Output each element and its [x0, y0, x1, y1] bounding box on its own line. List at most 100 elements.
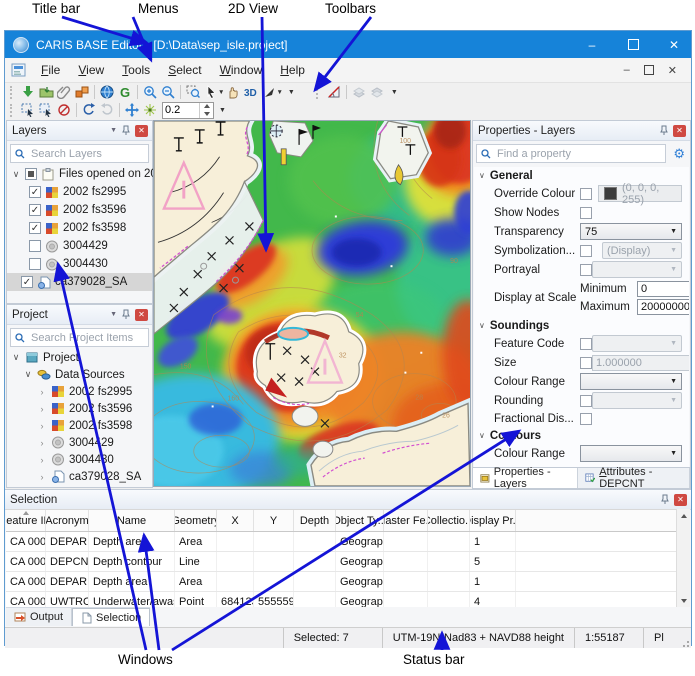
snap-tolerance-input[interactable] [163, 103, 199, 118]
expander-collapsed-icon[interactable]: › [37, 472, 47, 482]
move-feature-icon[interactable] [123, 102, 141, 118]
column-header-acronym[interactable]: Acronym [46, 510, 89, 531]
checkbox-unchecked[interactable] [29, 258, 41, 270]
cell[interactable] [384, 592, 428, 607]
cell[interactable] [217, 532, 254, 551]
cell[interactable]: 1 [470, 572, 516, 591]
status-crs[interactable]: UTM-19N-Nad83 + NAVD88 height [382, 628, 574, 648]
layer-row[interactable]: ✓ 2002 fs2995 [7, 183, 152, 201]
column-header-geometry[interactable]: Geometry [175, 510, 217, 531]
menu-view[interactable]: View [69, 60, 113, 80]
cell[interactable]: Depth area [89, 572, 175, 591]
tab-selection[interactable]: Selection [72, 608, 150, 626]
view-3d-icon[interactable]: 3D [242, 84, 260, 100]
column-header-name[interactable]: Name [89, 510, 175, 531]
project-item-row[interactable]: › 2002 fs3596 [7, 400, 152, 417]
checkbox-checked[interactable]: ✓ [29, 186, 41, 198]
panel-menu-icon[interactable]: ▼ [110, 127, 117, 134]
attach-icon[interactable] [55, 84, 73, 100]
pin-icon[interactable] [121, 125, 131, 136]
section-soundings[interactable]: ∨Soundings [474, 317, 689, 334]
toolbar-overflow-icon[interactable]: ▼ [219, 107, 226, 114]
toolbar-grip[interactable] [10, 86, 15, 99]
close-panel-icon[interactable]: ✕ [135, 309, 148, 321]
pan-hand-icon[interactable] [224, 84, 242, 100]
document-system-icon[interactable] [11, 63, 26, 77]
toolbar-grip[interactable] [10, 104, 15, 117]
cell[interactable] [254, 532, 294, 551]
cell[interactable]: Geographic [336, 532, 384, 551]
cell[interactable] [254, 572, 294, 591]
clear-selection-icon[interactable] [55, 102, 73, 118]
project-item-row[interactable]: › 3004429 [7, 434, 152, 451]
close-panel-icon[interactable]: ✕ [135, 125, 148, 137]
bathymetry-map[interactable]: 100 90 54 32 28 26 150 160 [154, 121, 470, 486]
cell[interactable] [294, 572, 336, 591]
expander-collapsed-icon[interactable]: › [37, 421, 47, 431]
project-search[interactable] [10, 328, 149, 347]
minimize-button[interactable]: – [575, 31, 609, 58]
project-root-row[interactable]: ∨ Project [7, 349, 152, 366]
cell[interactable] [428, 572, 470, 591]
menu-window[interactable]: Window [211, 60, 272, 80]
cell[interactable]: DEPCNT [46, 552, 89, 571]
snap-radius-icon[interactable] [141, 102, 159, 118]
cell[interactable]: CA 00018... [6, 572, 46, 591]
soundings-colour-range-combo[interactable]: ▼ [580, 373, 682, 390]
cell[interactable]: 5 [470, 552, 516, 571]
cell[interactable]: CA 00018... [6, 552, 46, 571]
expander-icon[interactable]: ∨ [23, 369, 33, 380]
layer-row[interactable]: 3004429 [7, 237, 152, 255]
contours-colour-range-combo[interactable]: ▼ [580, 445, 682, 462]
toolbar-grip[interactable] [316, 86, 321, 99]
cell[interactable] [254, 552, 294, 571]
column-header-y[interactable]: Y [254, 510, 294, 531]
cell[interactable] [428, 552, 470, 571]
checkbox-unchecked[interactable] [29, 240, 41, 252]
cell[interactable]: DEPARE [46, 532, 89, 551]
zoom-window-icon[interactable] [184, 84, 202, 100]
cell[interactable] [217, 552, 254, 571]
angle-measure-icon[interactable] [325, 84, 343, 100]
feature-code-combo-disabled[interactable]: ▼ [592, 335, 682, 352]
cell[interactable]: UWTROC [46, 592, 89, 607]
status-scale[interactable]: 1:55187 [574, 628, 643, 648]
pin-icon[interactable] [121, 309, 131, 320]
column-header-object-type[interactable]: Object Ty... [336, 510, 384, 531]
expander-collapsed-icon[interactable]: › [37, 387, 47, 397]
table-row[interactable]: CA 00018...DEPAREDepth areaAreaGeographi… [6, 532, 677, 552]
checkbox-checked[interactable]: ✓ [21, 276, 33, 288]
project-item-row[interactable]: › 2002 fs2995 [7, 383, 152, 400]
raise-layer-icon-disabled[interactable] [350, 84, 368, 100]
cell[interactable]: Area [175, 572, 217, 591]
table-row[interactable]: CA 00018...UWTROCUnderwater/awash rockPo… [6, 592, 677, 607]
cell[interactable]: Line [175, 552, 217, 571]
column-header-master-feature[interactable]: Master Fe... [384, 510, 428, 531]
close-panel-icon[interactable]: ✕ [673, 125, 686, 137]
rounding-combo-disabled[interactable]: ▼ [592, 392, 682, 409]
close-panel-icon[interactable]: ✕ [674, 494, 687, 506]
rounding-checkbox[interactable] [580, 395, 592, 407]
layer-row[interactable]: ✓ 2002 fs3596 [7, 201, 152, 219]
stepper-buttons[interactable] [199, 103, 213, 118]
checkbox-checked[interactable]: ✓ [29, 204, 41, 216]
portrayal-checkbox[interactable] [580, 264, 592, 276]
cell[interactable] [294, 552, 336, 571]
checkbox-partial[interactable] [25, 168, 37, 180]
cell[interactable]: Depth contour [89, 552, 175, 571]
import-data-icon[interactable] [19, 84, 37, 100]
menu-select[interactable]: Select [159, 60, 210, 80]
cell[interactable]: Depth area [89, 532, 175, 551]
menu-tools[interactable]: Tools [113, 60, 159, 80]
layer-row[interactable]: ✓ 2002 fs3598 [7, 219, 152, 237]
property-search-input[interactable] [495, 147, 661, 161]
cell[interactable] [294, 532, 336, 551]
transparency-combo[interactable]: 75▼ [580, 223, 682, 240]
menu-help[interactable]: Help [271, 60, 314, 80]
layer-cubes-icon[interactable] [73, 84, 91, 100]
cell[interactable]: Geographic [336, 572, 384, 591]
symbolization-combo-disabled[interactable]: (Display)▼ [602, 242, 682, 259]
expander-icon[interactable]: ∨ [11, 169, 21, 180]
zoom-in-icon[interactable] [141, 84, 159, 100]
cell[interactable]: 4 [470, 592, 516, 607]
